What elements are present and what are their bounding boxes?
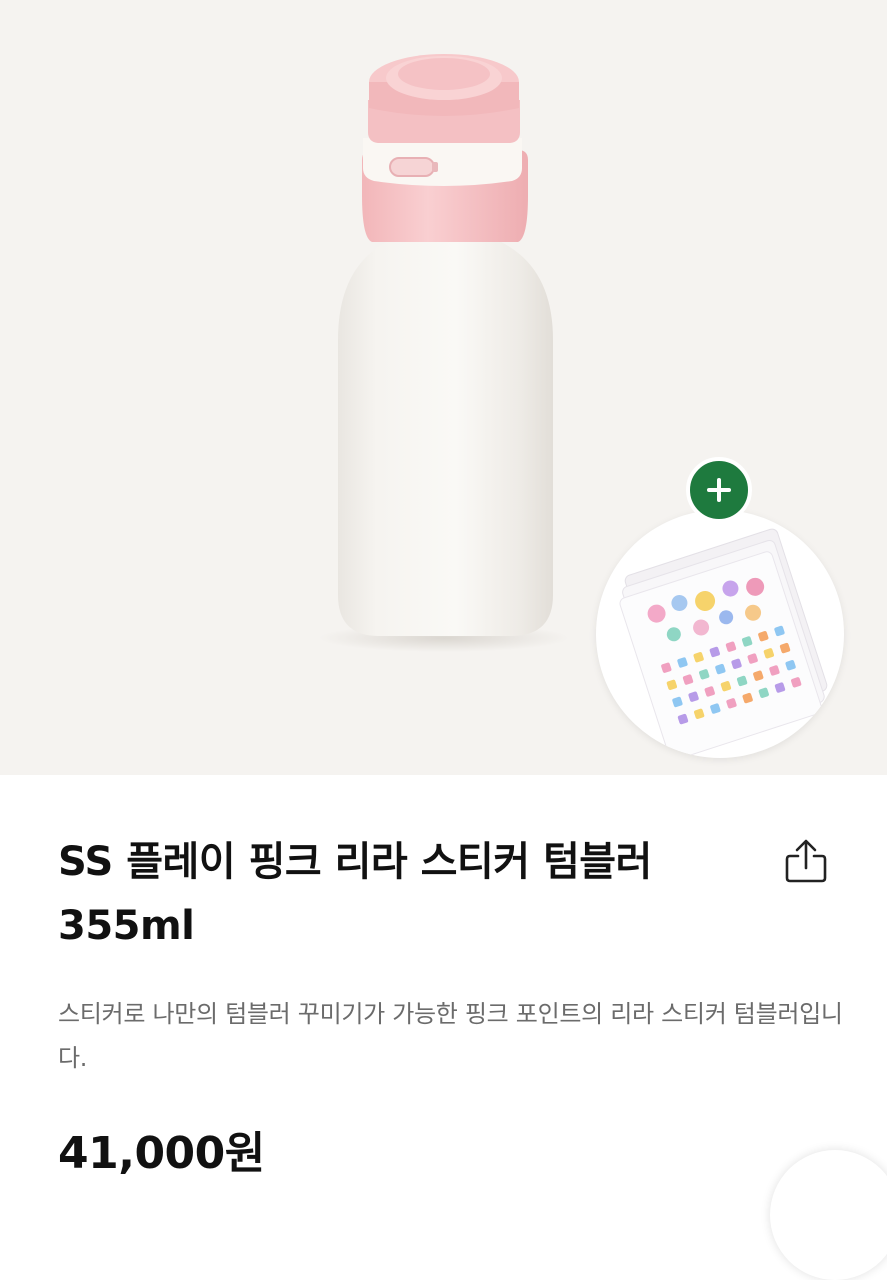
share-icon	[785, 839, 827, 883]
product-title: SS 플레이 핑크 리라 스티커 텀블러 355ml	[58, 839, 652, 949]
sticker-sheet-image	[596, 510, 844, 758]
product-description: 스티커로 나만의 텀블러 꾸미기가 가능한 핑크 포인트의 리라 스티커 텀블러…	[58, 1000, 843, 1072]
product-price: 41,000원	[58, 1128, 265, 1179]
product-image-area	[0, 0, 887, 775]
floating-action-button[interactable]	[770, 1150, 887, 1280]
sticker-addon-image[interactable]	[596, 510, 844, 758]
plus-icon	[707, 478, 731, 502]
share-button[interactable]	[778, 835, 834, 887]
add-option-button[interactable]	[686, 457, 752, 523]
